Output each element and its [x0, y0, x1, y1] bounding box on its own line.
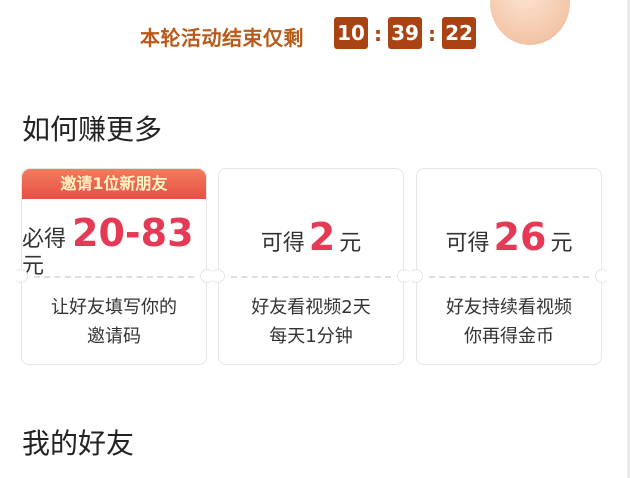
desc-line: 邀请码 — [87, 326, 141, 347]
card-description: 好友看视频2天 每天1分钟 — [219, 293, 403, 351]
reward-text: 必得 20-83 元 — [22, 211, 206, 279]
countdown-bar: 本轮活动结束仅剩 10 : 39 : 22 — [0, 14, 630, 52]
ticket-notch — [14, 269, 28, 283]
reward-prefix: 可得 — [260, 231, 305, 256]
invite-card[interactable]: 邀请1位新朋友 必得 20-83 元 让好友填写你的 邀请码 — [14, 168, 214, 365]
ticket-notch — [211, 269, 225, 283]
reward-suffix: 元 — [22, 254, 45, 279]
card-description: 让好友填写你的 邀请码 — [22, 293, 206, 351]
desc-line: 好友持续看视频 — [446, 297, 572, 318]
ticket-notch — [595, 269, 609, 283]
card-divider — [429, 276, 589, 278]
continue-watching-card[interactable]: 可得 26 元 好友持续看视频 你再得金币 — [409, 168, 609, 365]
invite-badge: 邀请1位新朋友 — [22, 169, 206, 199]
reward-amount: 26 — [493, 215, 547, 259]
my-friends-title: 我的好友 — [22, 427, 135, 460]
reward-prefix: 可得 — [445, 231, 490, 256]
reward-amount: 2 — [308, 215, 336, 259]
card-reward-area: 可得 2 元 — [219, 169, 403, 277]
countdown-minutes: 39 — [388, 17, 422, 49]
reward-suffix: 元 — [339, 231, 362, 256]
countdown-seconds: 22 — [442, 17, 476, 49]
reward-suffix: 元 — [550, 231, 573, 256]
reward-text: 可得 26 元 — [417, 215, 601, 259]
desc-line: 你再得金币 — [464, 326, 554, 347]
card-reward-area: 邀请1位新朋友 必得 20-83 元 — [22, 169, 206, 279]
countdown-hours: 10 — [334, 17, 368, 49]
card-divider — [231, 276, 391, 278]
desc-line: 好友看视频2天 — [251, 297, 371, 318]
countdown-separator: : — [374, 22, 382, 46]
countdown-label: 本轮活动结束仅剩 — [140, 26, 304, 50]
reward-text: 可得 2 元 — [219, 215, 403, 259]
ticket-notch — [409, 269, 423, 283]
reward-prefix: 必得 — [22, 227, 67, 252]
desc-line: 每天1分钟 — [269, 326, 353, 347]
desc-line: 让好友填写你的 — [51, 297, 177, 318]
card-description: 好友持续看视频 你再得金币 — [417, 293, 601, 351]
countdown-separator: : — [428, 22, 436, 46]
card-divider — [34, 276, 194, 278]
watch-video-card[interactable]: 可得 2 元 好友看视频2天 每天1分钟 — [211, 168, 411, 365]
how-to-earn-title: 如何赚更多 — [22, 113, 163, 146]
card-reward-area: 可得 26 元 — [417, 169, 601, 277]
reward-amount: 20-83 — [72, 211, 194, 255]
